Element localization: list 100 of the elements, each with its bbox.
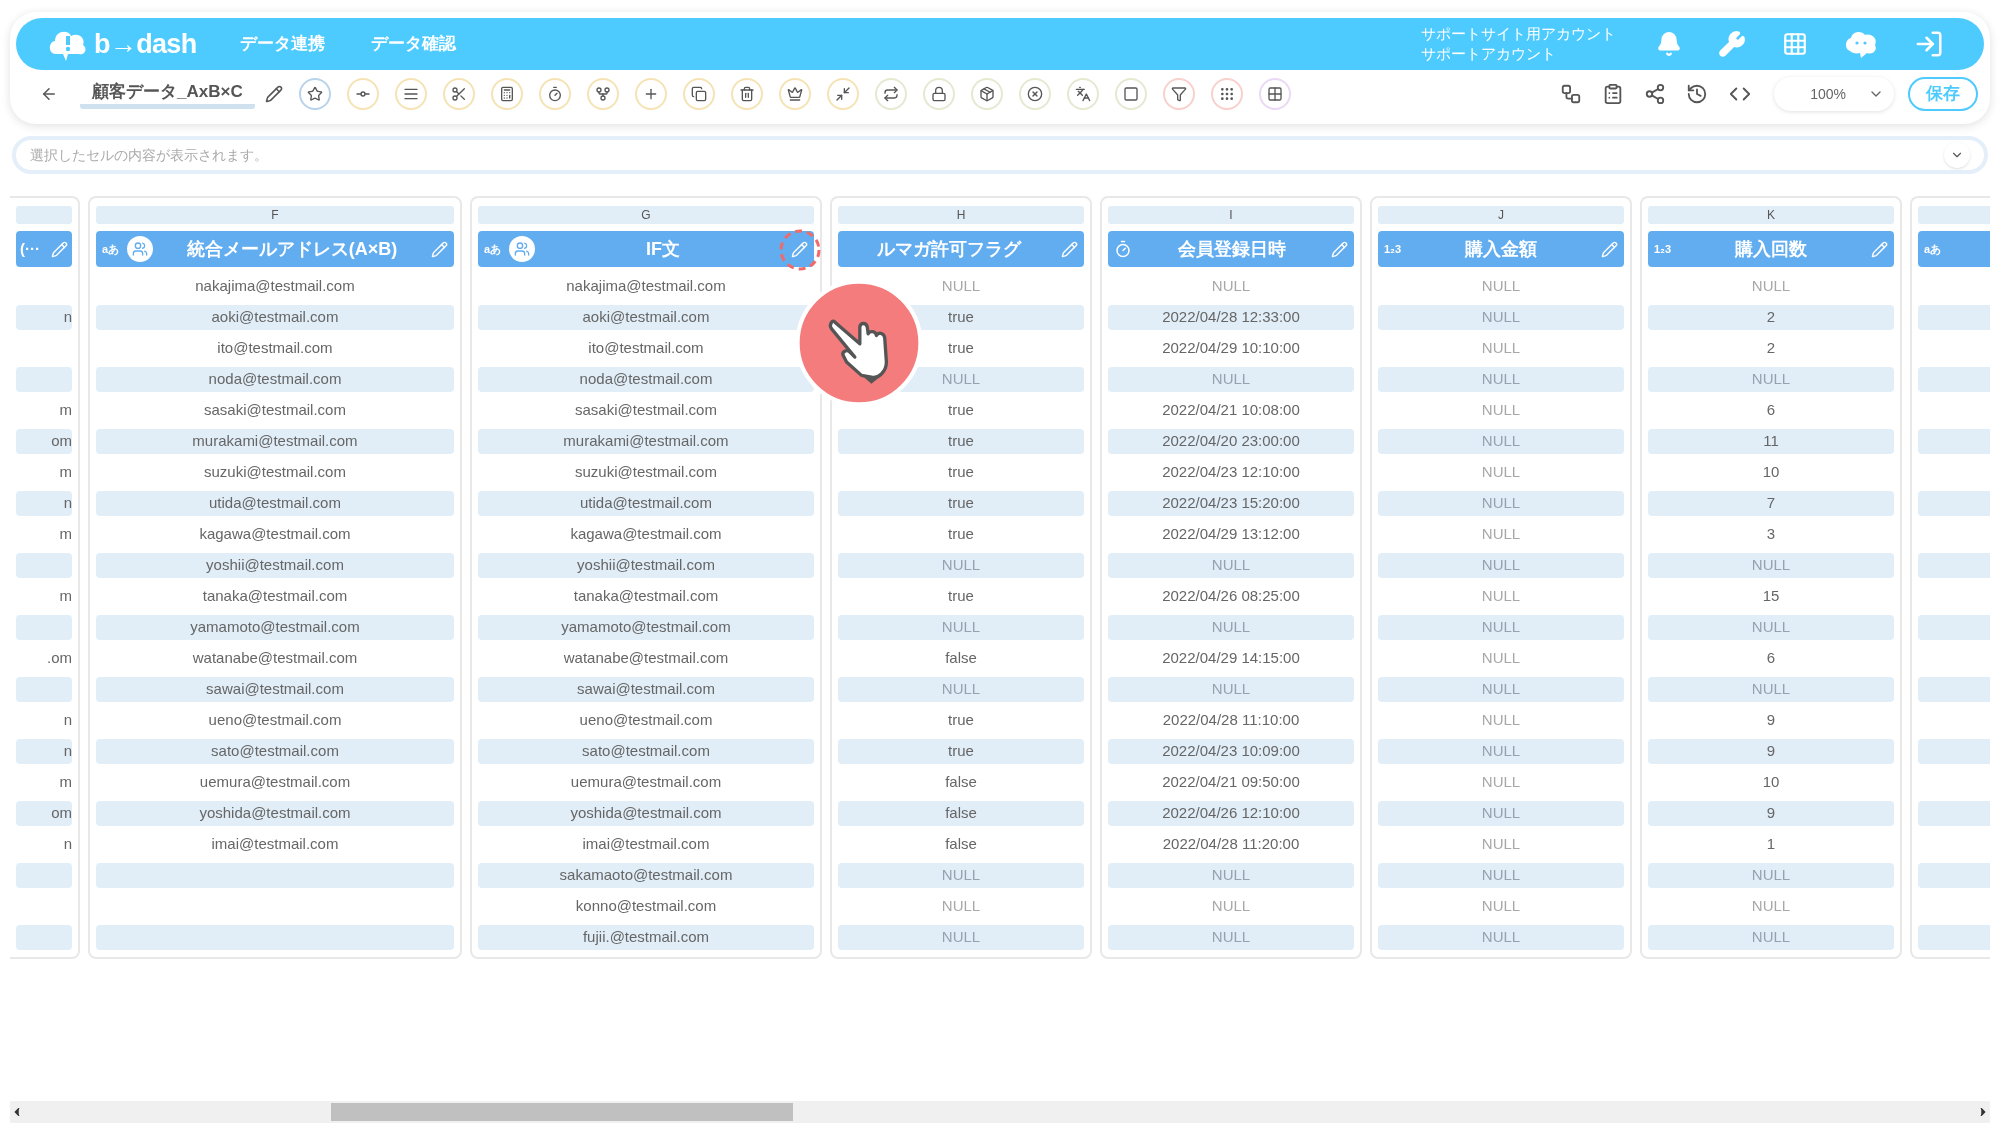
logo-text: b→dash <box>94 27 197 61</box>
history-icon[interactable] <box>1686 83 1708 105</box>
table-cell: NULL <box>1108 863 1354 888</box>
horizontal-scrollbar[interactable] <box>10 1101 1990 1123</box>
table-cell: NULL <box>1378 305 1624 330</box>
copy-button[interactable] <box>682 78 715 110</box>
back-icon[interactable] <box>40 85 58 103</box>
package-button[interactable] <box>970 78 1003 110</box>
nav-link[interactable]: データ連携 <box>240 31 326 57</box>
table-cell-text: 2022/04/29 10:10:00 <box>1161 338 1301 359</box>
table-cell-text: NULL <box>1480 276 1522 297</box>
table-cell: 2022/04/20 23:00:00 <box>1108 429 1354 454</box>
table-cell-text: false <box>944 648 978 669</box>
table-cell: NULL <box>1378 801 1624 826</box>
column-letter: J <box>1378 206 1624 224</box>
table-cell: NULL <box>1378 429 1624 454</box>
save-button[interactable]: 保存 <box>1908 77 1978 111</box>
scroll-thumb[interactable] <box>331 1103 793 1121</box>
lock-button[interactable] <box>922 78 955 110</box>
zoom-select[interactable]: 100% <box>1774 77 1894 111</box>
table-cell: NULL <box>1378 553 1624 578</box>
workflow-icon[interactable] <box>1560 83 1582 105</box>
empty-cell <box>16 615 72 640</box>
nav-link[interactable]: データ確認 <box>371 31 457 57</box>
account-name: サポートアカウント <box>1421 44 1557 64</box>
table-cell-text: nakajima@testmail.com <box>194 276 356 297</box>
table-cell-text: 2022/04/21 09:50:00 <box>1161 772 1301 793</box>
table-cell-text: tanaka@testmail.com <box>572 586 720 607</box>
share-icon[interactable] <box>1644 83 1666 105</box>
table-cell-text: n <box>62 710 72 731</box>
table-cell: NULL <box>838 677 1084 702</box>
table-cell: 2 <box>1648 305 1894 330</box>
table-cell-text: NULL <box>940 276 982 297</box>
column-letter <box>16 206 72 224</box>
scissors-icon <box>450 86 467 102</box>
column-header[interactable]: ルマガ許可フラグ <box>838 231 1084 267</box>
plus-button[interactable] <box>634 78 667 110</box>
scissors-button[interactable] <box>442 78 475 110</box>
translate-icon <box>1074 86 1091 102</box>
column-header[interactable]: aあ <box>1918 231 1990 267</box>
table-cell: true <box>838 491 1084 516</box>
table-cell-text: watanabe@testmail.com <box>191 648 359 669</box>
table-cell: om <box>16 429 72 454</box>
table-cell-text: NULL <box>1480 896 1522 917</box>
square-button[interactable] <box>1114 78 1147 110</box>
table-cell-text: nakajima@testmail.com <box>565 276 727 297</box>
star-button[interactable] <box>298 78 331 110</box>
filter-button[interactable] <box>1162 78 1195 110</box>
x-circle-button[interactable] <box>1018 78 1051 110</box>
dots-grid-button[interactable] <box>1210 78 1243 110</box>
edit-icon[interactable] <box>264 85 283 103</box>
table-cell: 2022/04/23 10:09:00 <box>1108 739 1354 764</box>
table-cell: NULL <box>1378 925 1624 950</box>
cell-content-input[interactable]: 選択したセルの内容が表示されます。 <box>30 144 1944 166</box>
table-cell: 11 <box>1648 429 1894 454</box>
column-letter: H <box>838 206 1084 224</box>
empty-cell <box>1918 367 1990 392</box>
column-header[interactable]: 1₂3 購入回数 <box>1648 231 1894 267</box>
timer-button[interactable] <box>538 78 571 110</box>
calculator-button[interactable] <box>490 78 523 110</box>
repeat-button[interactable] <box>874 78 907 110</box>
table-cell-text: NULL <box>1480 586 1522 607</box>
table-button[interactable] <box>1258 78 1291 110</box>
translate-button[interactable] <box>1066 78 1099 110</box>
lock-icon <box>930 86 947 102</box>
cell-content-field[interactable]: 選択したセルの内容が表示されます。 <box>12 136 1988 174</box>
table-cell: NULL <box>1378 739 1624 764</box>
crown-button[interactable] <box>778 78 811 110</box>
table-cell-text: NULL <box>1480 338 1522 359</box>
table-cell-text: 2022/04/23 12:10:00 <box>1161 462 1301 483</box>
package-icon <box>978 86 995 102</box>
column-header[interactable]: aあ 統合メールアドレス(A×B) <box>96 231 454 267</box>
clipboard-icon[interactable] <box>1602 83 1624 105</box>
table-cell-text: ito@testmail.com <box>587 338 705 359</box>
trash-button[interactable] <box>730 78 763 110</box>
compress-button[interactable] <box>826 78 859 110</box>
sheet-title[interactable]: 顧客データ_AxB×C <box>80 78 255 110</box>
empty-cell <box>16 863 72 888</box>
column-header[interactable]: 会員登録日時 <box>1108 231 1354 267</box>
column-letter: F <box>96 206 454 224</box>
empty-cell <box>1918 615 1990 640</box>
column-header[interactable]: (··· <box>16 231 72 267</box>
column-header[interactable]: aあ IF文 <box>478 231 814 267</box>
filter-icon <box>1170 86 1187 102</box>
lines-button[interactable] <box>394 78 427 110</box>
table-cell-text: m <box>58 400 72 421</box>
table-cell: 9 <box>1648 801 1894 826</box>
dots-line-button[interactable] <box>346 78 379 110</box>
column-header[interactable]: 1₂3 購入金額 <box>1378 231 1624 267</box>
table-cell-text: true <box>947 586 975 607</box>
table-cell-text: true <box>947 524 975 545</box>
column-title: 購入金額 <box>1464 237 1539 261</box>
x-circle-icon <box>1026 86 1043 102</box>
table-cell-text: NULL <box>940 896 982 917</box>
fork-button[interactable] <box>586 78 619 110</box>
table-cell-text: 6 <box>1765 400 1777 421</box>
star-icon <box>306 86 323 102</box>
trash-icon <box>738 86 755 102</box>
table-cell-text: m <box>58 462 72 483</box>
column-letter: K <box>1648 206 1894 224</box>
